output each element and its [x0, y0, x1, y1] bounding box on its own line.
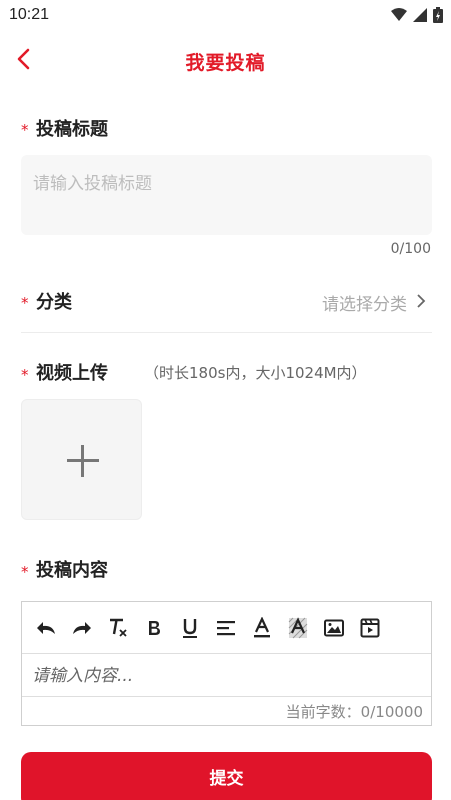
font-color-icon[interactable] — [250, 616, 274, 640]
title-label: 投稿标题 — [36, 119, 108, 140]
plus-icon — [81, 445, 84, 477]
required-mark: * — [21, 294, 29, 312]
divider — [21, 332, 432, 333]
content-label: 投稿内容 — [36, 560, 108, 581]
bold-icon[interactable] — [142, 616, 166, 640]
background-color-icon[interactable] — [286, 616, 310, 640]
status-bar: 10:21 — [0, 0, 451, 32]
align-icon[interactable] — [214, 616, 238, 640]
video-upload-button[interactable] — [21, 399, 142, 520]
video-label: 视频上传 — [36, 363, 108, 384]
category-label: 分类 — [36, 292, 72, 313]
undo-icon[interactable] — [34, 616, 58, 640]
video-icon[interactable] — [358, 616, 382, 640]
word-count: 当前字数：0/10000 — [285, 703, 423, 721]
page-title: 我要投稿 — [185, 52, 266, 74]
clear-format-icon[interactable] — [106, 616, 130, 640]
underline-icon[interactable] — [178, 616, 202, 640]
title-counter: 0/100 — [390, 241, 431, 257]
battery-icon — [433, 7, 443, 23]
editor-toolbar — [22, 602, 431, 654]
required-mark: * — [21, 121, 29, 139]
redo-icon[interactable] — [70, 616, 94, 640]
wifi-icon — [391, 8, 407, 21]
title-input[interactable] — [21, 155, 432, 235]
rich-text-editor: 当前字数：0/10000 — [21, 601, 432, 726]
required-mark: * — [21, 563, 29, 581]
category-select[interactable]: 请选择分类 — [322, 290, 407, 315]
status-icons — [391, 7, 443, 23]
signal-icon — [413, 8, 427, 22]
submit-button[interactable]: 提交 — [21, 752, 432, 800]
nav-bar: 我要投稿 — [0, 38, 451, 84]
chevron-right-icon[interactable] — [415, 292, 427, 310]
required-mark: * — [21, 366, 29, 384]
status-time: 10:21 — [9, 6, 50, 23]
video-hint: （时长180s内，大小1024M内） — [144, 364, 367, 382]
content-input[interactable] — [22, 655, 431, 697]
image-icon[interactable] — [322, 616, 346, 640]
